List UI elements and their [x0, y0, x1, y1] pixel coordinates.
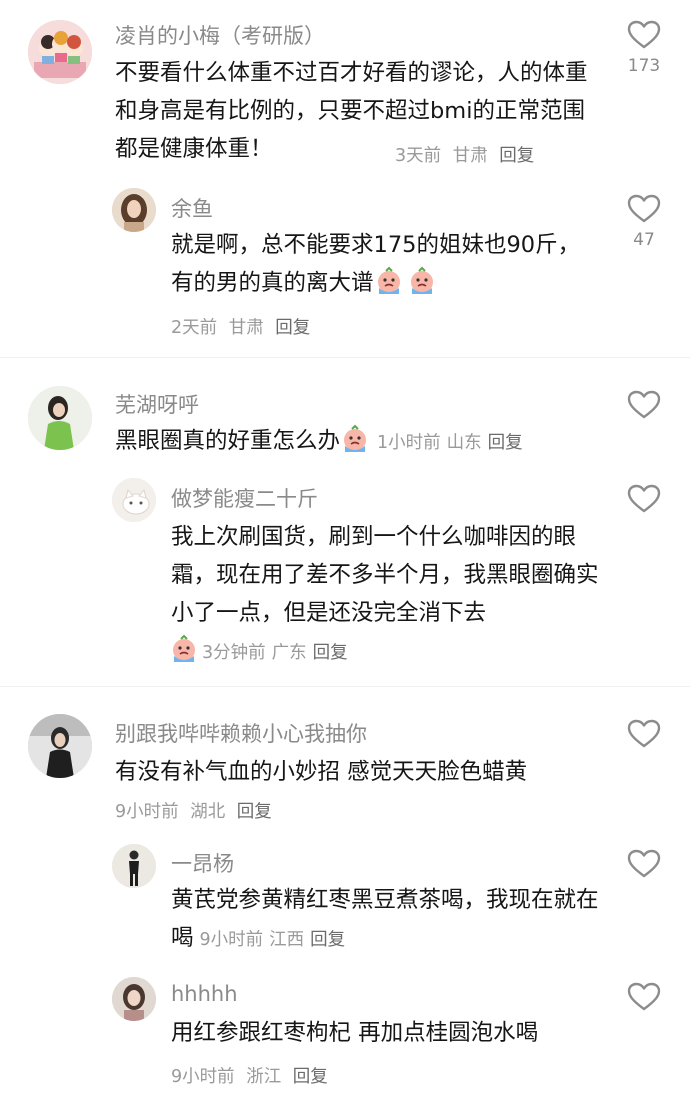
reply-time: 2天前 — [171, 318, 218, 338]
reply-meta: 3分钟前 广东 回复 — [169, 634, 354, 664]
comment-username[interactable]: 凌肖的小梅（考研版） — [115, 20, 325, 50]
avatar[interactable] — [112, 478, 156, 522]
comment-time: 3天前 — [395, 146, 442, 166]
avatar[interactable] — [112, 188, 156, 232]
reply-time: 3分钟前 — [202, 643, 266, 663]
like-button[interactable] — [614, 719, 674, 749]
crying-emoji-icon — [374, 266, 404, 296]
comment-location: 山东 — [446, 433, 482, 453]
reply-time: 9小时前 — [171, 1067, 235, 1087]
heart-icon — [627, 484, 661, 513]
woman-portrait-avatar-icon — [112, 188, 156, 232]
like-count: 173 — [627, 56, 661, 76]
comment-username[interactable]: 别跟我哔哔赖赖小心我抽你 — [115, 718, 367, 748]
reply-time: 9小时前 — [199, 930, 264, 950]
crying-emoji-icon — [407, 266, 437, 296]
reply-username[interactable]: 余鱼 — [171, 193, 213, 223]
comment-location: 甘肃 — [452, 146, 488, 166]
reply-location: 广东 — [271, 643, 307, 663]
like-button[interactable]: 47 — [614, 194, 674, 250]
reply-location: 甘肃 — [228, 318, 264, 338]
reply-username[interactable]: hhhhh — [171, 982, 238, 1006]
like-button[interactable] — [614, 390, 674, 420]
avatar[interactable] — [28, 386, 92, 450]
like-button[interactable] — [614, 484, 674, 514]
crying-emoji-icon — [340, 424, 370, 454]
like-count: 47 — [633, 230, 655, 250]
comment-text: 黑眼圈真的好重怎么办 1小时前 山东 回复 — [115, 422, 595, 462]
avatar[interactable] — [28, 20, 92, 84]
reply-button[interactable]: 回复 — [237, 802, 272, 822]
comment-username[interactable]: 芜湖呀呼 — [115, 389, 199, 419]
reply-username[interactable]: 一昂杨 — [171, 848, 234, 878]
comment-time: 9小时前 — [115, 802, 179, 822]
avatar[interactable] — [28, 714, 92, 778]
avatar[interactable] — [112, 977, 156, 1021]
reply-button[interactable]: 回复 — [275, 318, 310, 338]
reply-text: 我上次刷国货，刷到一个什么咖啡因的眼霜，现在用了差不多半个月，我黑眼圈确实小了一… — [171, 524, 599, 626]
heart-icon — [627, 849, 661, 878]
cartoon-girls-avatar-icon — [28, 20, 92, 84]
reply-meta: 9小时前 浙江 回复 — [171, 1063, 334, 1088]
divider — [0, 686, 690, 687]
heart-icon — [627, 20, 661, 49]
comment-meta: 9小时前 湖北 回复 — [115, 798, 278, 823]
like-button[interactable]: 173 — [614, 20, 674, 76]
reply-text: 用红参跟红枣枸杞 再加点桂圆泡水喝 — [171, 1020, 539, 1046]
woman-dark-photo-avatar-icon — [28, 714, 92, 778]
girl-portrait-avatar-icon — [112, 977, 156, 1021]
comment-text: 有没有补气血的小妙招 感觉天天脸色蜡黄 — [115, 759, 528, 785]
reply-button[interactable]: 回复 — [499, 146, 534, 166]
heart-icon — [627, 390, 661, 419]
reply-meta: 2天前 甘肃 回复 — [171, 314, 316, 339]
avatar[interactable] — [112, 844, 156, 888]
comment-time: 1小时前 — [377, 433, 441, 453]
woman-green-dress-avatar-icon — [28, 386, 92, 450]
reply-button[interactable]: 回复 — [293, 1067, 328, 1087]
heart-icon — [627, 194, 661, 223]
reply-location: 江西 — [269, 930, 305, 950]
heart-icon — [627, 982, 661, 1011]
like-button[interactable] — [614, 982, 674, 1012]
reply-button[interactable]: 回复 — [313, 643, 348, 663]
like-button[interactable] — [614, 849, 674, 879]
reply-text: 黄芪党参黄精红枣黑豆煮茶喝，我现在就在喝 9小时前 江西 回复 — [171, 881, 601, 959]
cat-avatar-icon — [112, 478, 156, 522]
comment-meta: 3天前 甘肃 回复 — [395, 142, 540, 167]
heart-icon — [627, 719, 661, 748]
reply-button[interactable]: 回复 — [310, 930, 345, 950]
comment-text-content: 黑眼圈真的好重怎么办 — [115, 428, 341, 454]
reply-location: 浙江 — [246, 1067, 282, 1087]
divider — [0, 357, 690, 358]
reply-username[interactable]: 做梦能瘦二十斤 — [171, 483, 318, 513]
standing-figure-avatar-icon — [112, 844, 156, 888]
reply-button[interactable]: 回复 — [488, 433, 523, 453]
comment-location: 湖北 — [190, 802, 226, 822]
crying-emoji-icon — [169, 634, 199, 664]
reply-text: 就是啊，总不能要求175的姐妹也90斤，有的男的真的离大谱 — [171, 226, 591, 302]
